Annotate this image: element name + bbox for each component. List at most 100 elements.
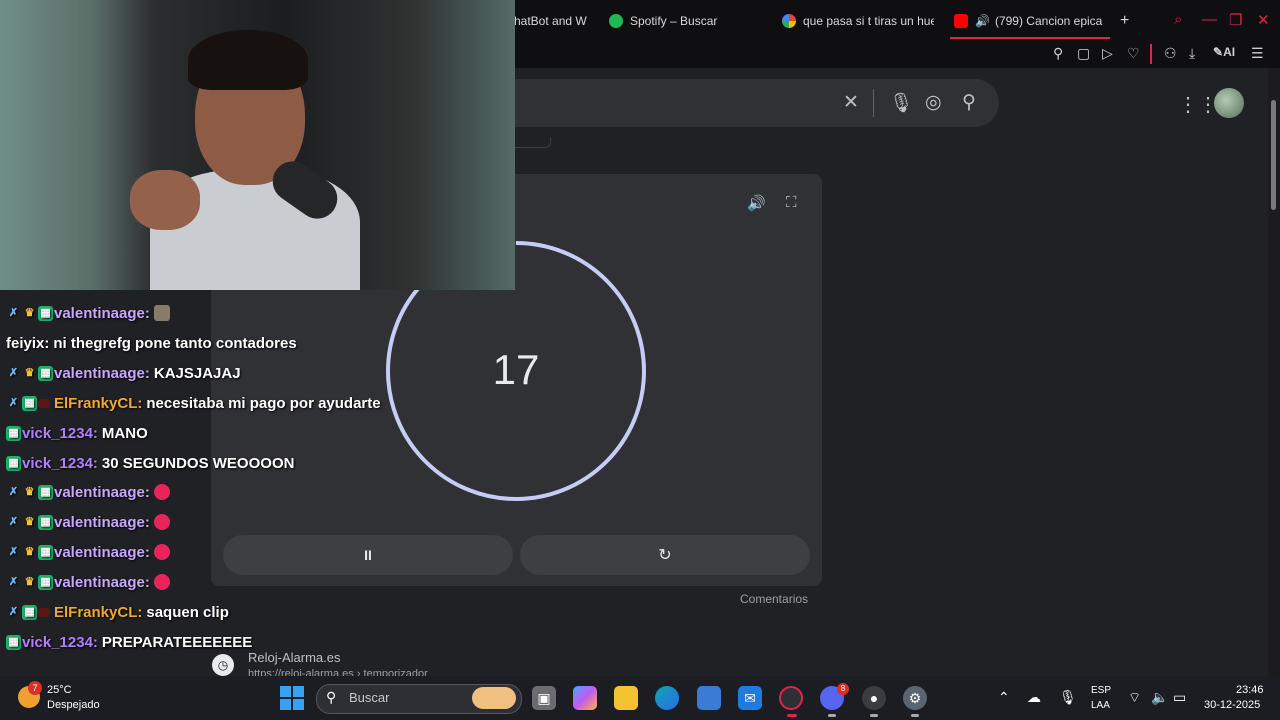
settings-active-indicator: [911, 714, 919, 717]
tab-label: que pasa si t tiras un hue: [803, 14, 934, 28]
chat-message: feiyix: ni thegrefg pone tanto contadores: [6, 331, 297, 355]
mic-icon[interactable]: 🎙: [889, 91, 913, 115]
chat-username[interactable]: valentinaage:: [54, 514, 150, 531]
apps-grid-icon[interactable]: ⋮⋮: [1178, 92, 1218, 117]
new-tab-button[interactable]: +: [1120, 10, 1136, 32]
crown-badge-icon: ♛: [24, 545, 35, 558]
feedback-link[interactable]: Comentarios: [740, 592, 808, 606]
face-emote-icon: [153, 305, 170, 321]
chat-username[interactable]: valentinaage:: [54, 544, 150, 561]
download-icon[interactable]: ⤓: [1189, 45, 1195, 62]
stream-chat: ✗ ♛ ▦ valentinaage: feiyix: ni thegrefg pone …: [0, 290, 420, 670]
mic-icon[interactable]: 🎙: [1059, 689, 1077, 706]
taskbar-search-placeholder: Buscar: [349, 690, 390, 705]
lens-icon[interactable]: ◎: [925, 91, 942, 114]
chat-username[interactable]: valentinaage:: [54, 305, 150, 322]
clock-date[interactable]: 30-12-2025: [1204, 699, 1260, 711]
volume-icon[interactable]: 🔈: [1151, 689, 1168, 706]
search-icon[interactable]: ⚲: [962, 91, 976, 114]
chat-message: ✗ ♛ ▦ valentinaage:: [6, 510, 170, 534]
subscriber-badge-icon: ▦: [38, 365, 53, 381]
wifi-icon[interactable]: ⌔: [1128, 689, 1141, 707]
spotify-icon: [609, 14, 623, 28]
chat-message: ✗ ▦ ElFrankyCL: saquen clip: [6, 600, 229, 624]
task-view-icon[interactable]: ▣: [532, 686, 556, 710]
subscriber-badge-icon: ▦: [38, 544, 53, 560]
mail-icon[interactable]: ✉: [738, 686, 762, 710]
weather-temp[interactable]: 25°C: [47, 684, 72, 696]
account-icon[interactable]: ⚇: [1164, 45, 1177, 62]
chat-username[interactable]: feiyix:: [6, 335, 49, 352]
search-highlight-art: [472, 687, 516, 709]
settings-icon[interactable]: ⚙: [903, 686, 927, 710]
onedrive-icon[interactable]: ☁: [1027, 689, 1041, 706]
clear-search-icon[interactable]: ✕: [843, 91, 859, 114]
file-explorer-icon[interactable]: [614, 686, 638, 710]
play-icon[interactable]: ▷: [1102, 45, 1113, 62]
chat-username[interactable]: vick_1234:: [22, 634, 98, 651]
chat-text: MANO: [101, 424, 148, 442]
subscriber-badge-icon: ▦: [38, 305, 53, 321]
sword-badge-icon: ✗: [8, 485, 19, 498]
active-tab-indicator: [950, 37, 1110, 39]
reset-button[interactable]: ↻: [520, 535, 810, 575]
speaker-icon[interactable]: 🔊: [747, 194, 766, 212]
taskbar: [0, 676, 1280, 720]
screenshot-icon[interactable]: ▢: [1077, 45, 1090, 62]
copilot-icon[interactable]: [573, 686, 597, 710]
chat-username[interactable]: ElFrankyCL:: [54, 604, 142, 621]
tab-youtube[interactable]: 🔊 (799) Cancion epica: [954, 10, 1106, 32]
chat-username[interactable]: valentinaage:: [54, 365, 150, 382]
youtube-icon: [954, 14, 968, 28]
subscriber-badge-icon: ▦: [22, 604, 37, 620]
subscriber-badge-icon: ▦: [6, 455, 21, 471]
subscriber-badge-icon: ▦: [38, 484, 53, 500]
ai-button[interactable]: ✎AI: [1213, 45, 1235, 59]
clock-time[interactable]: 23:46: [1236, 684, 1264, 696]
chat-username[interactable]: ElFrankyCL:: [54, 395, 142, 412]
crown-badge-icon: ♛: [24, 306, 35, 319]
obs-icon[interactable]: ●: [862, 686, 886, 710]
sword-badge-icon: ✗: [8, 575, 19, 588]
layout-indicator[interactable]: LAA: [1091, 700, 1110, 711]
heart-emote-icon: [153, 544, 170, 560]
heart-icon[interactable]: ♡: [1127, 45, 1140, 62]
chat-message: ✗ ♛ ▦ valentinaage:: [6, 480, 170, 504]
opera-icon[interactable]: [779, 686, 803, 710]
chat-username[interactable]: valentinaage:: [54, 484, 150, 501]
chevron-up-icon[interactable]: ⌃: [998, 689, 1010, 706]
fullscreen-icon[interactable]: ⛶: [786, 194, 797, 211]
crown-badge-icon: ♛: [24, 575, 35, 588]
chat-message: ▦ vick_1234: 30 SEGUNDOS WEOOOON: [6, 451, 294, 475]
scroll-thumb[interactable]: [1271, 100, 1276, 210]
search-tabs-icon[interactable]: ⌕: [1174, 11, 1182, 28]
pin-icon[interactable]: ⚲: [1053, 45, 1063, 62]
chat-username[interactable]: vick_1234:: [22, 425, 98, 442]
flag-badge-icon: [38, 607, 50, 617]
battery-icon[interactable]: ▭: [1173, 689, 1186, 706]
avatar[interactable]: [1214, 88, 1244, 118]
tab-chatbot[interactable]: hatBot and W: [514, 10, 602, 32]
minimize-icon[interactable]: —: [1202, 11, 1217, 28]
weather-condition[interactable]: Despejado: [47, 699, 100, 711]
chat-message: ✗ ▦ ElFrankyCL: necesitaba mi pago por ayud…: [6, 391, 381, 415]
edge-icon[interactable]: [655, 686, 679, 710]
store-icon[interactable]: [697, 686, 721, 710]
crown-badge-icon: ♛: [24, 485, 35, 498]
restore-icon[interactable]: ❐: [1229, 11, 1242, 29]
start-button[interactable]: [280, 686, 304, 710]
close-window-icon[interactable]: ✕: [1257, 11, 1270, 29]
tab-google-search[interactable]: que pasa si t tiras un hue: [782, 10, 934, 32]
sword-badge-icon: ✗: [8, 396, 19, 409]
chat-username[interactable]: vick_1234:: [22, 455, 98, 472]
menu-icon[interactable]: ☰: [1251, 45, 1264, 62]
heart-emote-icon: [153, 514, 170, 530]
tab-underline: [514, 137, 551, 148]
chat-username[interactable]: valentinaage:: [54, 574, 150, 591]
subscriber-badge-icon: ▦: [6, 425, 21, 441]
chat-text: necesitaba mi pago por ayudarte: [146, 394, 381, 412]
tab-spotify[interactable]: Spotify – Buscar: [609, 10, 769, 32]
language-indicator[interactable]: ESP: [1091, 685, 1111, 696]
chat-message: ✗ ♛ ▦ valentinaage: KAJSJAJAJ: [6, 361, 241, 385]
chat-text: KAJSJAJAJ: [153, 364, 241, 382]
